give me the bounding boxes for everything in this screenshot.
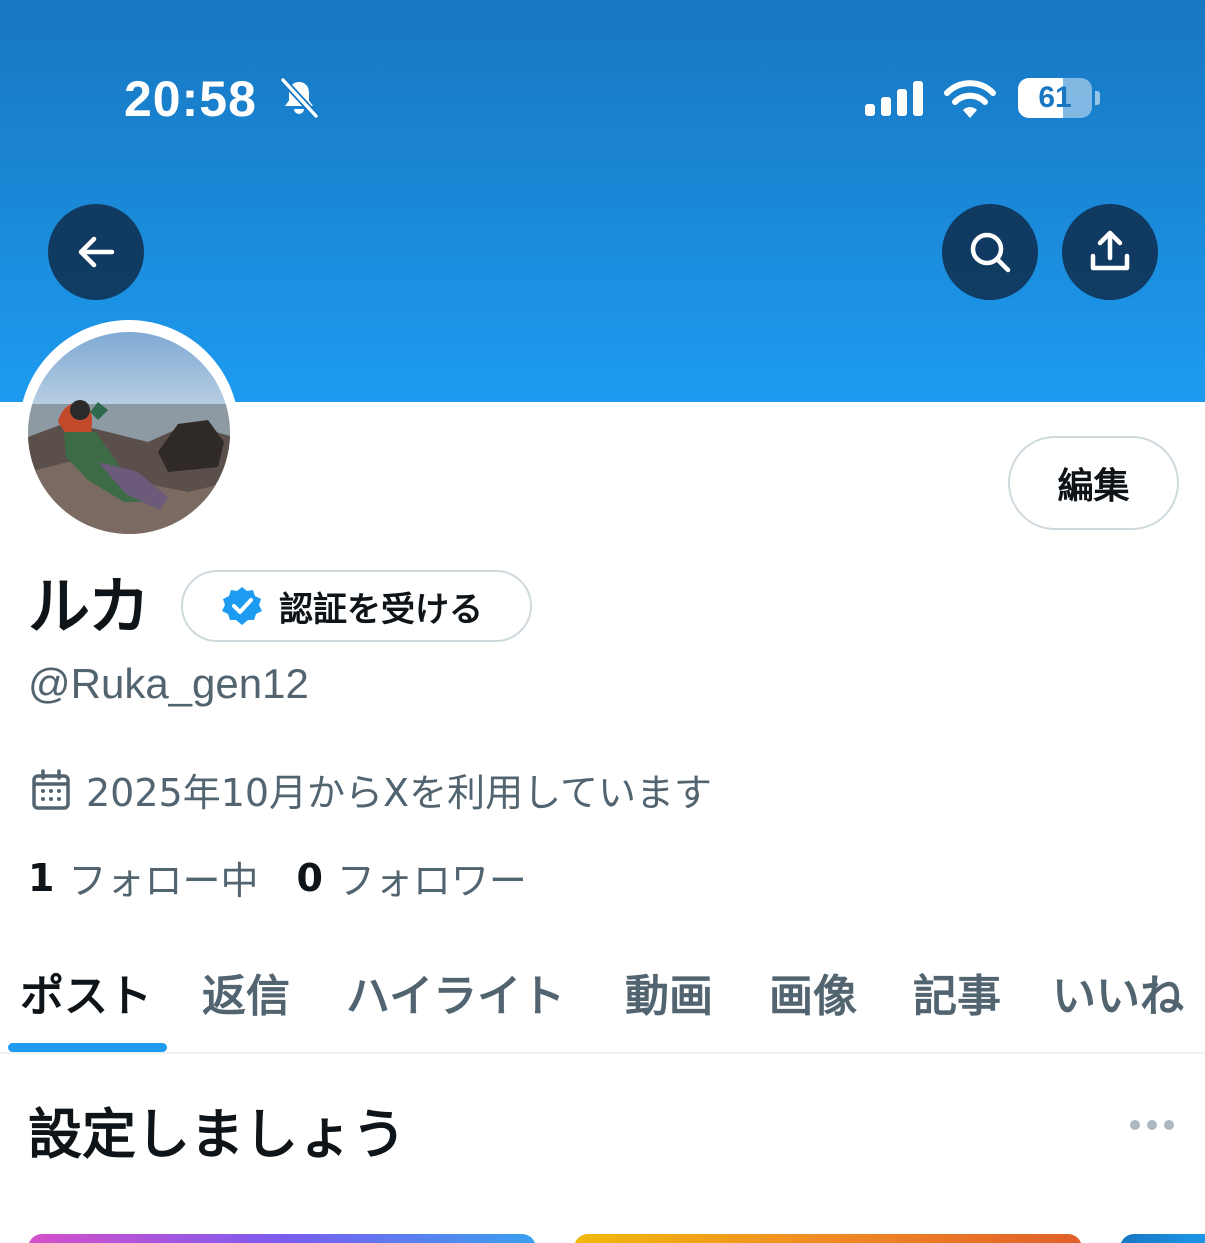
user-handle: @Ruka_gen12 — [28, 660, 309, 707]
tab-highlights[interactable]: ハイライト — [346, 960, 565, 1024]
battery-level: 61 — [1038, 81, 1072, 114]
more-horizontal-icon[interactable] — [1128, 1116, 1176, 1134]
following-label[interactable]: フォロー中 — [68, 850, 258, 905]
verified-badge-icon — [222, 587, 262, 625]
followers-count[interactable]: 0 — [296, 856, 322, 900]
following-count[interactable]: 1 — [28, 856, 54, 900]
get-verified-button[interactable]: 認証を受ける — [181, 570, 532, 642]
avatar-photo — [28, 332, 230, 534]
avatar[interactable] — [28, 332, 230, 534]
status-time: 20:58 — [124, 71, 257, 127]
profile-tabs: ポスト 返信 ハイライト 動画 画像 記事 いいね — [0, 950, 1205, 1054]
join-date: 2025年10月からXを利用しています — [30, 762, 712, 817]
back-button[interactable] — [48, 204, 144, 300]
get-verified-label: 認証を受ける — [279, 589, 483, 630]
followers-label[interactable]: フォロワー — [337, 850, 527, 905]
wifi-icon — [944, 80, 996, 118]
calendar-icon — [32, 768, 70, 810]
search-icon — [970, 232, 1011, 273]
join-date-text: 2025年10月からXを利用しています — [86, 771, 712, 815]
display-name: ルカ — [28, 570, 151, 643]
tab-posts[interactable]: ポスト — [20, 960, 152, 1024]
tab-likes[interactable]: いいね — [1052, 960, 1184, 1024]
follow-stats: 1 フォロー中 0 フォロワー — [28, 850, 527, 905]
search-button[interactable] — [942, 204, 1038, 300]
tab-videos[interactable]: 動画 — [625, 960, 713, 1024]
bell-slash-icon — [279, 76, 320, 120]
edit-profile-button[interactable]: 編集 — [1008, 436, 1179, 530]
setup-card-1[interactable] — [28, 1234, 536, 1243]
signal-bars-icon — [865, 81, 923, 116]
share-button[interactable] — [1062, 204, 1158, 300]
share-upload-icon — [1090, 230, 1130, 271]
setup-title: 設定しましょう — [28, 1103, 406, 1166]
tab-articles[interactable]: 記事 — [913, 960, 1001, 1024]
tab-photos[interactable]: 画像 — [769, 960, 857, 1024]
setup-card-2[interactable] — [574, 1234, 1082, 1243]
tab-replies[interactable]: 返信 — [202, 960, 290, 1024]
arrow-left-icon — [78, 236, 115, 268]
battery-icon: 61 — [1018, 78, 1100, 118]
setup-card-3[interactable] — [1120, 1234, 1205, 1243]
active-tab-indicator — [8, 1043, 167, 1052]
